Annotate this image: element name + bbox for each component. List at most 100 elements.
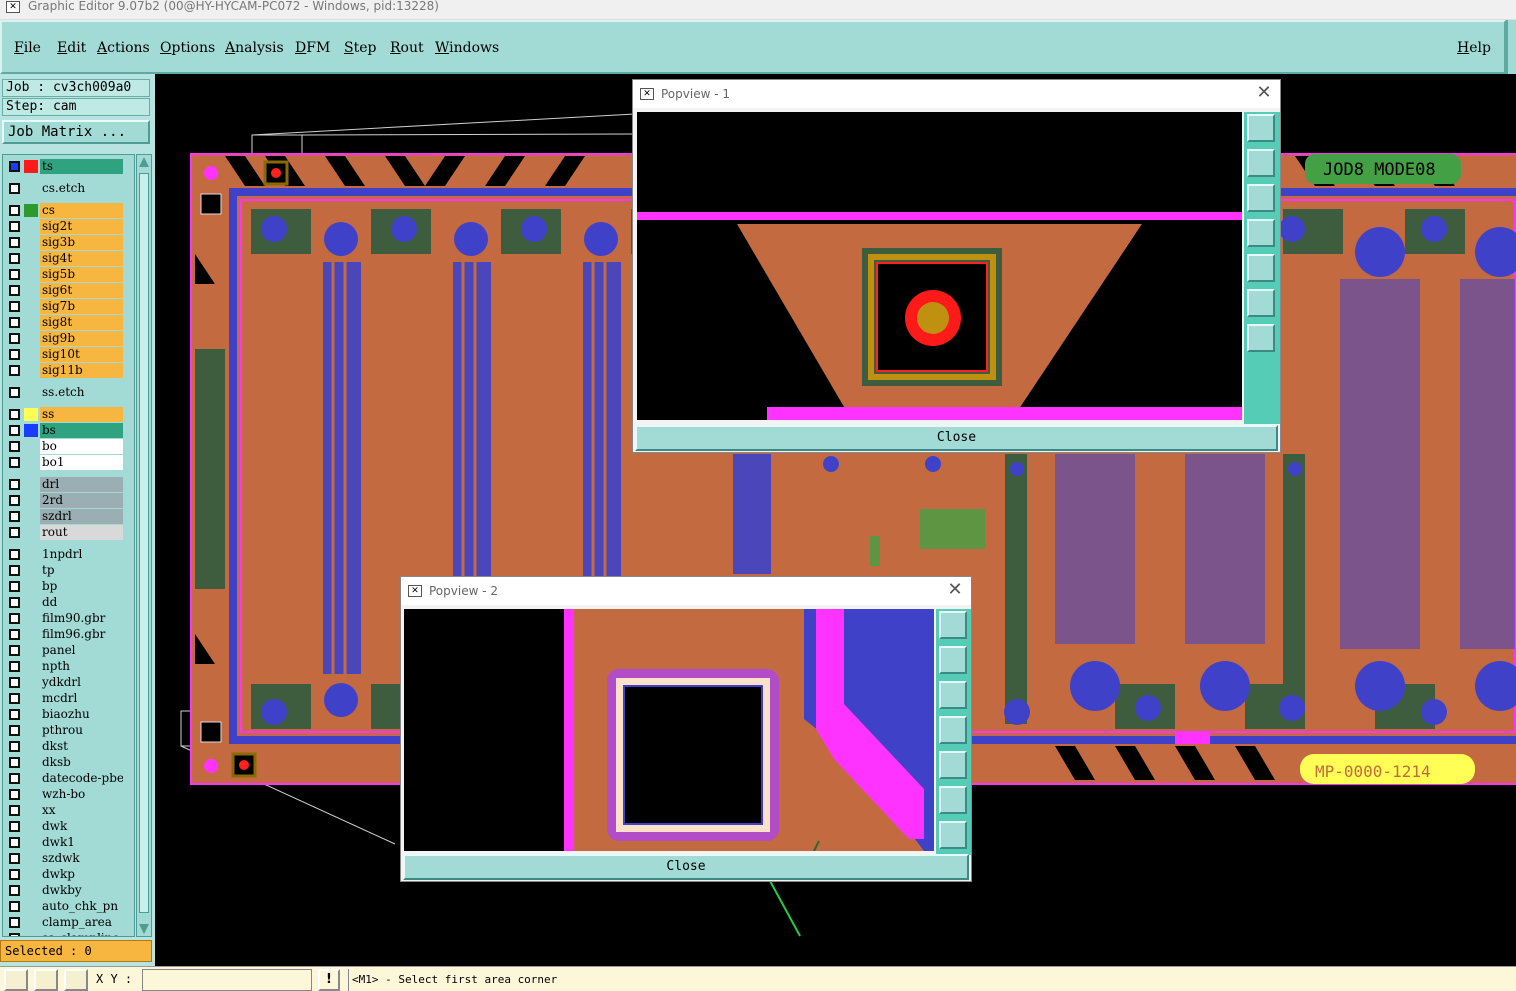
layer-row[interactable]: bo1	[3, 455, 134, 470]
layer-name[interactable]: dksb	[40, 755, 123, 770]
layer-row[interactable]: sig11b	[3, 363, 134, 378]
menu-dfm[interactable]: DFM	[295, 40, 330, 56]
layer-name[interactable]: ss.etch	[40, 385, 123, 400]
layer-name[interactable]: sig2t	[40, 219, 123, 234]
layer-list-scrollbar[interactable]	[136, 154, 152, 937]
layer-name[interactable]: rout	[40, 525, 123, 540]
popview-1-view[interactable]	[637, 112, 1242, 420]
layer-checkbox[interactable]	[9, 269, 20, 280]
layer-checkbox[interactable]	[9, 805, 20, 816]
popview-1-title-bar[interactable]: ✕ Popview - 1 ✕	[633, 80, 1280, 108]
popview-2-close-icon[interactable]: ✕	[945, 577, 965, 605]
layer-checkbox[interactable]	[9, 457, 20, 468]
layer-name[interactable]: cs.etch	[40, 181, 123, 196]
layer-name[interactable]: mcdrl	[40, 691, 123, 706]
layer-color-swatch[interactable]	[24, 160, 38, 173]
warning-button[interactable]: !	[318, 969, 340, 991]
layer-checkbox[interactable]	[9, 565, 20, 576]
layer-checkbox[interactable]	[9, 869, 20, 880]
layer-name[interactable]: film90.gbr	[40, 611, 123, 626]
menu-edit[interactable]: Edit	[57, 40, 86, 56]
layer-row[interactable]: pthrou	[3, 723, 134, 738]
popview-1-close-icon[interactable]: ✕	[1254, 80, 1274, 108]
layer-checkbox[interactable]	[9, 757, 20, 768]
layer-row[interactable]: dwkp	[3, 867, 134, 882]
popview-1-pan-left-icon[interactable]	[1247, 219, 1275, 247]
popview-1-pan-right-icon[interactable]	[1247, 254, 1275, 282]
layer-row[interactable]: cs	[3, 203, 134, 218]
layer-checkbox[interactable]	[9, 741, 20, 752]
layer-row[interactable]: sig4t	[3, 251, 134, 266]
layer-checkbox[interactable]	[9, 387, 20, 398]
layer-checkbox[interactable]	[9, 495, 20, 506]
layer-checkbox[interactable]	[9, 333, 20, 344]
popview-1-window[interactable]: ✕ Popview - 1 ✕ Close	[632, 79, 1281, 453]
layer-name[interactable]: szdwk	[40, 851, 123, 866]
layer-checkbox[interactable]	[9, 629, 20, 640]
layer-color-swatch[interactable]	[24, 424, 38, 437]
layer-row[interactable]: mcdrl	[3, 691, 134, 706]
popview-1-close-button[interactable]: Close	[635, 425, 1278, 451]
popview-1-zoom-reset-icon[interactable]	[1247, 114, 1275, 142]
layer-name[interactable]: ts	[40, 159, 123, 174]
popview-2-view[interactable]	[404, 609, 934, 851]
layer-row[interactable]: szdwk	[3, 851, 134, 866]
layer-name[interactable]: dwk1	[40, 835, 123, 850]
layer-name[interactable]: sig4t	[40, 251, 123, 266]
menu-analysis[interactable]: Analysis	[225, 40, 284, 56]
popview-2-pan-right-icon[interactable]	[939, 751, 967, 779]
select-mode-icon[interactable]	[4, 969, 28, 991]
layer-name[interactable]: sig11b	[40, 363, 123, 378]
layer-name[interactable]: bs	[40, 423, 123, 438]
layer-name[interactable]: dkst	[40, 739, 123, 754]
layer-row[interactable]: film96.gbr	[3, 627, 134, 642]
layer-checkbox[interactable]	[9, 511, 20, 522]
layer-row[interactable]: bs	[3, 423, 134, 438]
popview-2-window[interactable]: ✕ Popview - 2 ✕ Close	[400, 576, 972, 882]
layer-checkbox[interactable]	[9, 581, 20, 592]
layer-name[interactable]: npth	[40, 659, 123, 674]
layer-row[interactable]: auto_chk_pn	[3, 899, 134, 914]
popview-2-close-button[interactable]: Close	[403, 854, 969, 880]
popview-2-pan-up-icon[interactable]	[939, 646, 967, 674]
layer-row[interactable]: sig10t	[3, 347, 134, 362]
layer-row[interactable]: dwk	[3, 819, 134, 834]
popview-2-pan-left-icon[interactable]	[939, 716, 967, 744]
layer-checkbox[interactable]	[9, 409, 20, 420]
menu-rout[interactable]: Rout	[390, 40, 424, 56]
layer-checkbox[interactable]	[9, 917, 20, 928]
layer-checkbox[interactable]	[9, 661, 20, 672]
layer-checkbox[interactable]	[9, 285, 20, 296]
layer-checkbox[interactable]	[9, 253, 20, 264]
layer-row[interactable]: cs.etch	[3, 181, 134, 196]
layer-checkbox[interactable]	[9, 597, 20, 608]
layer-row[interactable]: sig2t	[3, 219, 134, 234]
layer-checkbox[interactable]	[9, 301, 20, 312]
layer-row[interactable]: npth	[3, 659, 134, 674]
menu-options[interactable]: Options	[160, 40, 215, 56]
job-matrix-button[interactable]: Job Matrix ...	[2, 120, 150, 144]
layer-name[interactable]: pthrou	[40, 723, 123, 738]
layer-row[interactable]: rout	[3, 525, 134, 540]
layer-list[interactable]: ts cs.etch cs sig2t sig3b sig4t sig5b sig6t sig7…	[2, 154, 135, 937]
layer-row[interactable]: dwk1	[3, 835, 134, 850]
layer-checkbox[interactable]	[9, 221, 20, 232]
layer-checkbox[interactable]	[9, 821, 20, 832]
layer-row[interactable]: film90.gbr	[3, 611, 134, 626]
layer-checkbox[interactable]	[9, 549, 20, 560]
xy-input[interactable]	[142, 969, 312, 991]
layer-name[interactable]: bo1	[40, 455, 123, 470]
layer-checkbox[interactable]	[9, 317, 20, 328]
layer-row[interactable]: sig8t	[3, 315, 134, 330]
popview-2-title-bar[interactable]: ✕ Popview - 2 ✕	[401, 577, 971, 605]
layer-name[interactable]: clamp_area	[40, 915, 123, 930]
layer-name[interactable]: sig6t	[40, 283, 123, 298]
layer-checkbox[interactable]	[9, 789, 20, 800]
layer-checkbox[interactable]	[9, 613, 20, 624]
layer-row[interactable]: datecode-pbe	[3, 771, 134, 786]
layer-color-swatch[interactable]	[24, 408, 38, 421]
layer-row[interactable]: ss	[3, 407, 134, 422]
layer-row[interactable]: dkst	[3, 739, 134, 754]
layer-row[interactable]: xx	[3, 803, 134, 818]
layer-name[interactable]: sig3b	[40, 235, 123, 250]
